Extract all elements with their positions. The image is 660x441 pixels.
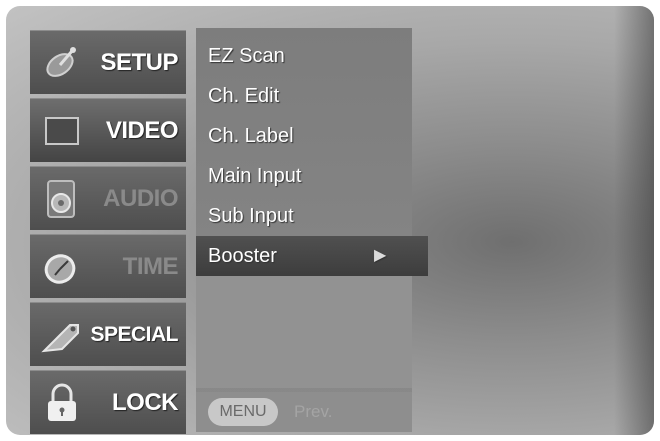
tab-label: SPECIAL xyxy=(90,322,178,346)
menu-item-label: Booster xyxy=(208,245,277,267)
menu-footer: MENU Prev. xyxy=(196,392,412,432)
category-tabs: SETUP VIDEO AUDIO TIME SPECIAL LOCK xyxy=(30,30,186,435)
tab-video[interactable]: VIDEO xyxy=(30,98,186,162)
menu-item-booster[interactable]: Booster ▶ xyxy=(196,236,428,276)
padlock-icon xyxy=(38,379,86,427)
tab-special[interactable]: SPECIAL xyxy=(30,302,186,366)
menu-item-ez-scan[interactable]: EZ Scan xyxy=(196,36,412,76)
tab-setup[interactable]: SETUP xyxy=(30,30,186,94)
video-submenu: EZ Scan Ch. Edit Ch. Label Main Input Su… xyxy=(196,28,428,432)
tab-time[interactable]: TIME xyxy=(30,234,186,298)
menu-button[interactable]: MENU xyxy=(208,398,278,426)
menu-item-ch-label[interactable]: Ch. Label xyxy=(196,116,412,156)
menu-item-ch-edit[interactable]: Ch. Edit xyxy=(196,76,412,116)
submenu-arrow-icon: ▶ xyxy=(374,247,387,264)
speaker-icon xyxy=(38,175,86,223)
prev-hint-label: Prev. xyxy=(294,402,333,421)
clock-icon xyxy=(38,243,86,291)
tab-lock[interactable]: LOCK xyxy=(30,370,186,434)
tab-label: AUDIO xyxy=(103,184,178,212)
tab-label: LOCK xyxy=(112,388,179,416)
menu-empty-area xyxy=(196,276,412,388)
tab-label: SETUP xyxy=(100,48,178,76)
tag-icon xyxy=(38,311,86,359)
menu-item-sub-input[interactable]: Sub Input xyxy=(196,196,412,236)
menu-item-main-input[interactable]: Main Input xyxy=(196,156,412,196)
satellite-dish-icon xyxy=(38,39,86,87)
tab-audio[interactable]: AUDIO xyxy=(30,166,186,230)
tab-label: TIME xyxy=(122,252,179,280)
screen-icon xyxy=(38,107,86,155)
tab-label: VIDEO xyxy=(105,116,179,144)
tv-osd-screen: SETUP VIDEO AUDIO TIME SPECIAL LOCK EZ S… xyxy=(6,6,654,435)
